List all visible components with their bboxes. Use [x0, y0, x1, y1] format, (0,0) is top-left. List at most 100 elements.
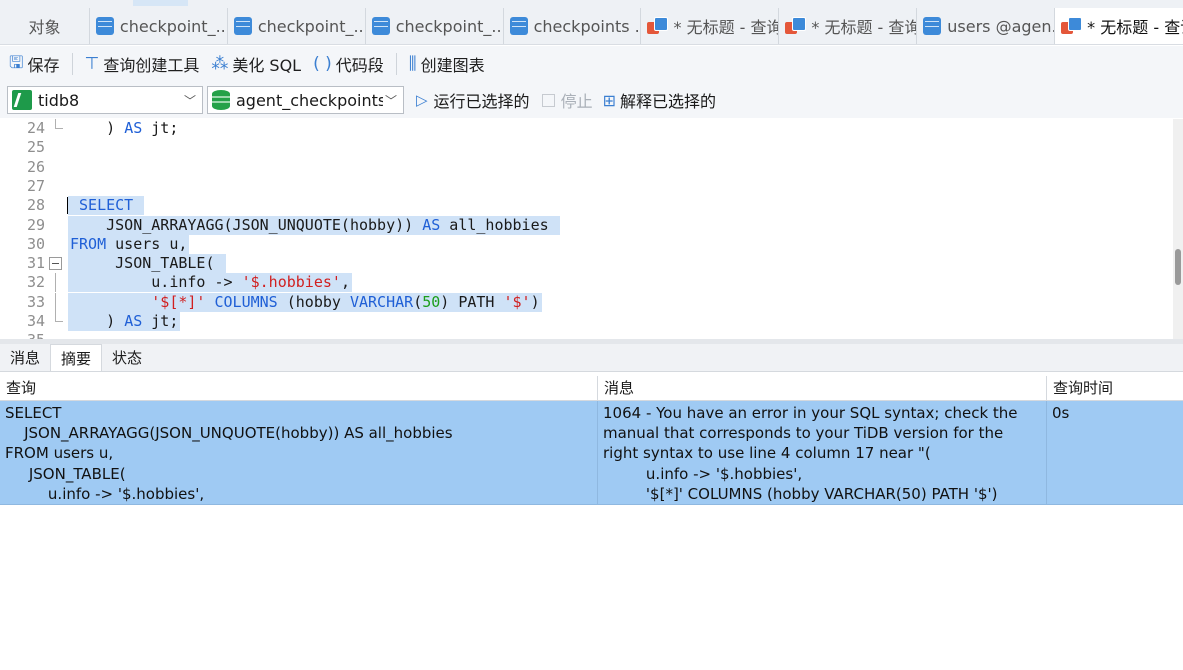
chevron-down-icon: ﹀: [384, 93, 397, 108]
editor-line: 31 JSON_TABLE(: [0, 254, 1173, 274]
line-number: 25: [26, 138, 45, 157]
table-icon: [371, 17, 390, 35]
beautify-label: 美化 SQL: [232, 56, 302, 75]
tab-untitled-query-1[interactable]: * 无标题 - 查询: [641, 8, 780, 44]
tab-users[interactable]: users @agen...: [917, 8, 1056, 44]
editor-vertical-scrollbar[interactable]: [1173, 119, 1183, 341]
tab-label: checkpoint_...: [119, 16, 228, 36]
editor-line: 32 u.info -> '$.hobbies',: [0, 273, 1173, 293]
tab-checkpoint-2[interactable]: checkpoint_...: [228, 8, 366, 44]
line-number: 28: [26, 196, 45, 215]
database-select[interactable]: agent_checkpoints ﹀: [207, 86, 404, 114]
code-snippet-button[interactable]: ( ) 代码段: [307, 49, 390, 79]
sql-editor[interactable]: 24 ) AS jt; 25 26 27 28 SELECT 29 JSON_A…: [0, 119, 1173, 339]
connection-select[interactable]: tidb8 ﹀: [7, 86, 203, 114]
cell-query[interactable]: SELECT JSON_ARRAYAGG(JSON_UNQUOTE(hobby)…: [0, 401, 598, 505]
result-tab-bar: 消息 摘要 状态: [0, 344, 1183, 372]
tab-status[interactable]: 状态: [102, 344, 152, 371]
tab-label: * 无标题 - 查询: [811, 18, 918, 37]
editor-line: 26: [0, 158, 1173, 177]
text-cursor: [67, 197, 68, 215]
line-number: 27: [26, 176, 45, 195]
table-icon: [95, 17, 114, 35]
code-text: SELECT: [68, 196, 145, 216]
editor-line: 28 SELECT: [0, 196, 1173, 216]
save-button[interactable]: 🖫 保存: [3, 49, 66, 79]
snippet-label: 代码段: [335, 56, 384, 75]
editor-line: 24 ) AS jt;: [0, 119, 1173, 138]
code-text: u.info -> '$.hobbies',: [68, 273, 352, 293]
tab-checkpoint-1[interactable]: checkpoint_...: [90, 8, 228, 44]
scrollbar-thumb[interactable]: [1175, 249, 1181, 285]
cell-query-time[interactable]: 0s: [1047, 401, 1183, 505]
column-header-message[interactable]: 消息: [598, 376, 1047, 401]
beautify-icon: ⁂: [211, 54, 229, 74]
column-header-query-time[interactable]: 查询时间: [1047, 376, 1183, 401]
editor-line: 27: [0, 177, 1173, 196]
tab-checkpoints[interactable]: checkpoints ...: [504, 8, 642, 44]
editor-line: 30 FROM users u,: [0, 234, 1173, 254]
tab-summary[interactable]: 摘要: [50, 344, 103, 371]
code-text: ) AS jt;: [68, 312, 181, 331]
tab-label: users @agen...: [947, 16, 1056, 36]
query-builder-label: 查询创建工具: [103, 56, 200, 75]
fold-collapse-icon[interactable]: [49, 257, 62, 271]
cell-message[interactable]: 1064 - You have an error in your SQL syn…: [598, 401, 1047, 505]
line-number: 29: [26, 215, 45, 234]
editor-line: 25: [0, 138, 1173, 157]
code-text: ) AS jt;: [70, 119, 179, 137]
tab-label: * 无标题 - 查询: [1087, 18, 1183, 37]
query-icon: [647, 17, 669, 35]
fold-end-marker: [55, 119, 63, 129]
line-number: 30: [26, 234, 45, 253]
connection-toolbar: tidb8 ﹀ agent_checkpoints ﹀ ▷ 运行已选择的 停止 ⊞…: [0, 82, 1183, 118]
chevron-down-icon: ﹀: [183, 93, 196, 108]
explain-icon: ⊞: [602, 90, 616, 110]
query-icon: [1061, 17, 1083, 35]
query-builder-button[interactable]: ⊤ 查询创建工具: [79, 49, 206, 79]
editor-tab-bar: 对象 checkpoint_... checkpoint_... checkpo…: [0, 8, 1183, 45]
stop-button[interactable]: 停止: [541, 88, 593, 112]
create-chart-label: 创建图表: [420, 56, 485, 75]
column-header-query[interactable]: 查询: [0, 376, 598, 401]
stop-label: 停止: [560, 92, 593, 111]
tab-untitled-query-2[interactable]: * 无标题 - 查询: [779, 8, 918, 44]
beautify-sql-button[interactable]: ⁂ 美化 SQL: [205, 49, 307, 79]
table-icon: [923, 17, 942, 35]
line-number: 24: [26, 119, 45, 137]
table-row[interactable]: SELECT JSON_ARRAYAGG(JSON_UNQUOTE(hobby)…: [0, 401, 1183, 505]
line-number: 32: [26, 273, 45, 292]
tab-objects[interactable]: 对象: [0, 8, 90, 44]
code-text: JSON_TABLE(: [68, 254, 226, 274]
editor-line: 34 ) AS jt;: [0, 312, 1173, 331]
code-text: JSON_ARRAYAGG(JSON_UNQUOTE(hobby)) AS al…: [68, 215, 560, 235]
fold-guide: [55, 273, 66, 293]
line-number: 34: [26, 312, 45, 330]
save-label: 保存: [27, 56, 60, 75]
tab-label: 对象: [28, 18, 61, 37]
explain-selected-button[interactable]: ⊞ 解释已选择的: [603, 88, 716, 112]
create-chart-button[interactable]: ⫼ 创建图表: [403, 49, 491, 79]
line-number: 26: [26, 157, 45, 176]
toolbar-divider: [395, 53, 397, 75]
tab-messages[interactable]: 消息: [0, 344, 50, 371]
tab-label: checkpoint_...: [395, 16, 504, 36]
table-icon: [233, 17, 252, 35]
tab-label: * 无标题 - 查询: [673, 18, 780, 37]
connection-value: tidb8: [38, 90, 80, 110]
query-toolbar: 🖫 保存 ⊤ 查询创建工具 ⁂ 美化 SQL ( ) 代码段 ⫼ 创建图表: [0, 46, 1183, 82]
explain-selected-label: 解释已选择的: [619, 92, 716, 111]
editor-line: 29 JSON_ARRAYAGG(JSON_UNQUOTE(hobby)) AS…: [0, 215, 1173, 235]
line-number: 33: [26, 292, 45, 311]
play-icon: ▷: [416, 91, 428, 109]
save-icon: 🖫: [9, 52, 24, 73]
fold-end-marker: [55, 312, 63, 322]
chart-icon: ⫼: [408, 54, 417, 74]
code-text: '$[*]' COLUMNS (hobby VARCHAR(50) PATH '…: [68, 292, 542, 312]
code-text: FROM users u,: [68, 234, 190, 254]
query-builder-icon: ⊤: [84, 54, 100, 74]
query-icon: [785, 17, 807, 35]
tab-untitled-query-active[interactable]: * 无标题 - 查询: [1055, 8, 1183, 44]
tab-checkpoint-3[interactable]: checkpoint_...: [366, 8, 504, 44]
run-selected-button[interactable]: ▷ 运行已选择的: [416, 88, 530, 112]
